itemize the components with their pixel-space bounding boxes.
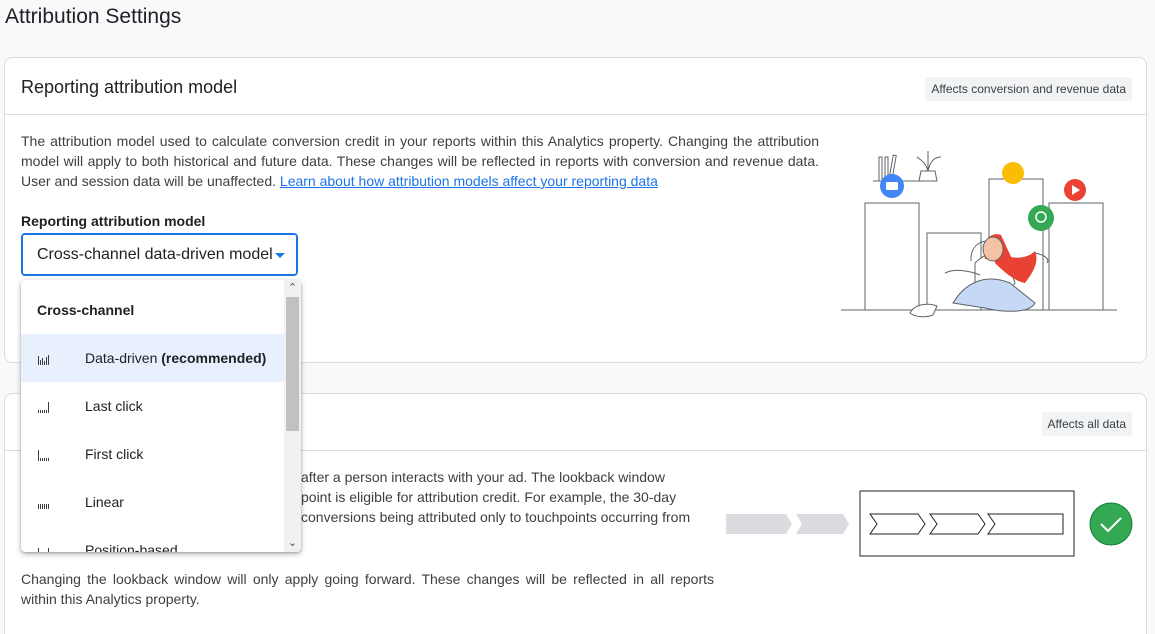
option-label: Position-based [85, 542, 178, 552]
field-label: Reporting attribution model [21, 213, 206, 229]
caret-down-icon [275, 253, 285, 258]
option-label: Linear [85, 494, 124, 510]
attribution-illustration [841, 151, 1117, 318]
select-value: Cross-channel data-driven model [37, 246, 273, 263]
option-linear[interactable]: Linear [21, 478, 284, 526]
lookback-footer-text: Changing the lookback window will only a… [21, 571, 714, 607]
lookback-line-2: point is eligible for attribution credit… [301, 489, 677, 505]
scroll-up-arrow-icon[interactable]: ⌃ [284, 280, 301, 297]
option-data-driven[interactable]: Data-driven (recommended) [21, 334, 284, 382]
option-position-based[interactable]: Position-based [21, 526, 284, 552]
option-label: Last click [85, 398, 143, 414]
card-title: Reporting attribution model [21, 77, 238, 97]
lookback-line-1: after a person interacts with your ad. T… [301, 469, 665, 485]
first-click-bars-icon [38, 450, 49, 461]
page-title: Attribution Settings [5, 5, 182, 28]
lookback-line-3: conversions being attributed only to tou… [301, 509, 691, 525]
option-first-click[interactable]: First click [21, 430, 284, 478]
option-label: First click [85, 446, 144, 462]
option-last-click[interactable]: Last click [21, 382, 284, 430]
card-description: The attribution model used to calculate … [21, 131, 819, 191]
position-based-bars-icon [38, 548, 49, 552]
attribution-model-select[interactable]: Cross-channel data-driven model [21, 233, 298, 276]
scroll-thumb[interactable] [286, 297, 299, 431]
dropdown-group-label: Cross-channel [37, 302, 135, 318]
last-click-bars-icon [38, 402, 49, 413]
affects-all-chip: Affects all data [1041, 412, 1132, 436]
scroll-down-arrow-icon[interactable]: ⌄ [284, 535, 301, 552]
lookback-window-illustration [726, 490, 1133, 557]
data-driven-bars-icon [38, 355, 49, 365]
affects-chip: Affects conversion and revenue data [925, 77, 1132, 101]
option-text: Data-driven [85, 350, 158, 366]
linear-bars-icon [38, 504, 49, 509]
dropdown-scrollbar[interactable]: ⌃ ⌄ [284, 280, 301, 552]
card-header: Reporting attribution model Affects conv… [5, 58, 1146, 115]
option-suffix: (recommended) [161, 350, 267, 366]
lookback-description: after a person interacts with your ad. T… [301, 467, 714, 527]
attribution-model-dropdown: Cross-channel Data-driven (recommended) … [21, 280, 301, 552]
learn-more-link[interactable]: Learn about how attribution models affec… [280, 173, 658, 189]
option-label: Data-driven (recommended) [85, 350, 266, 366]
